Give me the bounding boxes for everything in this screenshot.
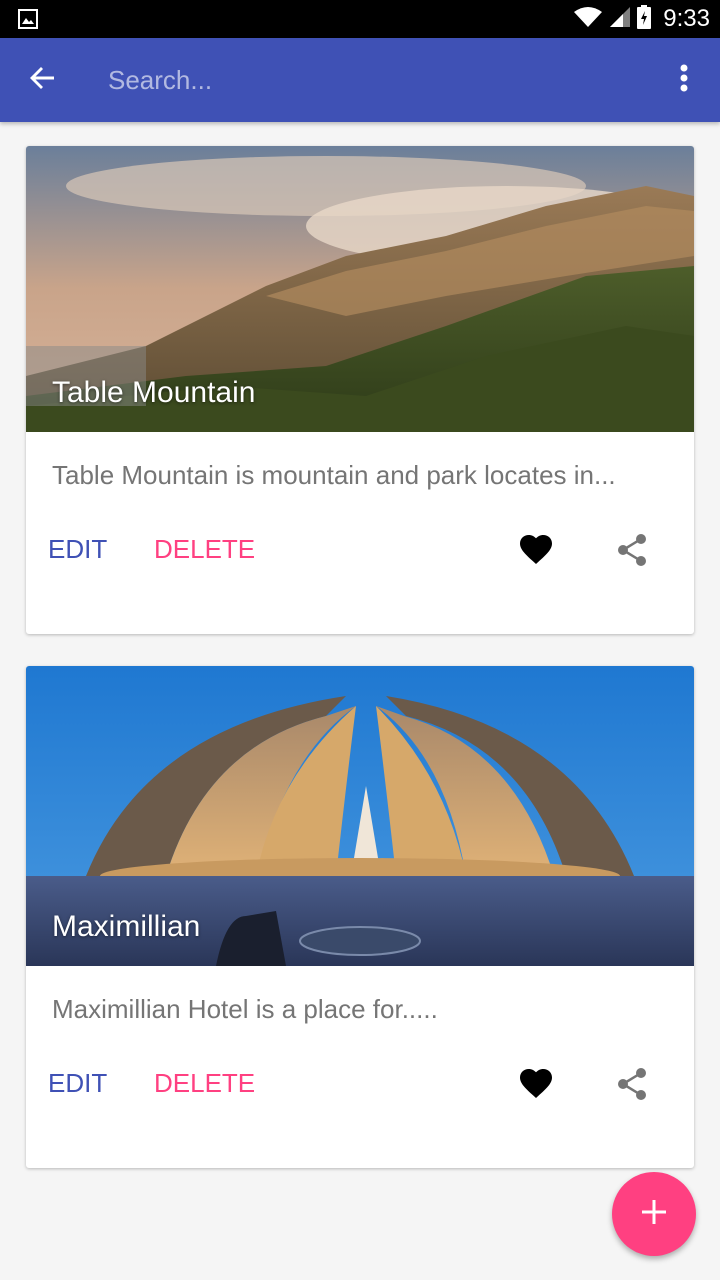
card-image: Maximillian: [26, 666, 694, 966]
card-actions: EDIT DELETE: [26, 522, 694, 582]
delete-button[interactable]: DELETE: [154, 1068, 255, 1099]
place-card[interactable]: Table Mountain Table Mountain is mountai…: [26, 146, 694, 634]
card-actions: EDIT DELETE: [26, 1056, 694, 1116]
cell-signal-icon: [609, 6, 631, 33]
edit-button[interactable]: EDIT: [48, 534, 107, 565]
favorite-button[interactable]: [516, 532, 556, 572]
image-notification-icon: [18, 9, 38, 29]
card-image: Table Mountain: [26, 146, 694, 432]
status-time: 9:33: [663, 5, 710, 32]
battery-icon: [637, 4, 652, 34]
add-place-fab[interactable]: [612, 1172, 696, 1256]
edit-button[interactable]: EDIT: [48, 1068, 107, 1099]
back-button[interactable]: [22, 60, 62, 100]
wifi-icon: [573, 6, 603, 33]
add-icon: [642, 1199, 666, 1229]
card-title: Maximillian: [52, 910, 201, 943]
share-icon: [617, 1067, 647, 1105]
more-vert-icon: [680, 64, 688, 97]
share-icon: [617, 533, 647, 571]
overflow-menu-button[interactable]: [666, 60, 702, 100]
card-description: Maximillian Hotel is a place for.....: [52, 994, 438, 1024]
card-title: Table Mountain: [52, 376, 256, 409]
heart-icon: [520, 534, 552, 570]
share-button[interactable]: [612, 532, 652, 572]
arrow-back-icon: [28, 64, 56, 97]
search-input[interactable]: [108, 58, 628, 102]
delete-button[interactable]: DELETE: [154, 534, 255, 565]
app-bar: [0, 38, 720, 122]
card-description: Table Mountain is mountain and park loca…: [52, 460, 616, 490]
favorite-button[interactable]: [516, 1066, 556, 1106]
place-card[interactable]: Maximillian Maximillian Hotel is a place…: [26, 666, 694, 1168]
status-bar: 9:33: [0, 0, 720, 38]
heart-icon: [520, 1068, 552, 1104]
share-button[interactable]: [612, 1066, 652, 1106]
